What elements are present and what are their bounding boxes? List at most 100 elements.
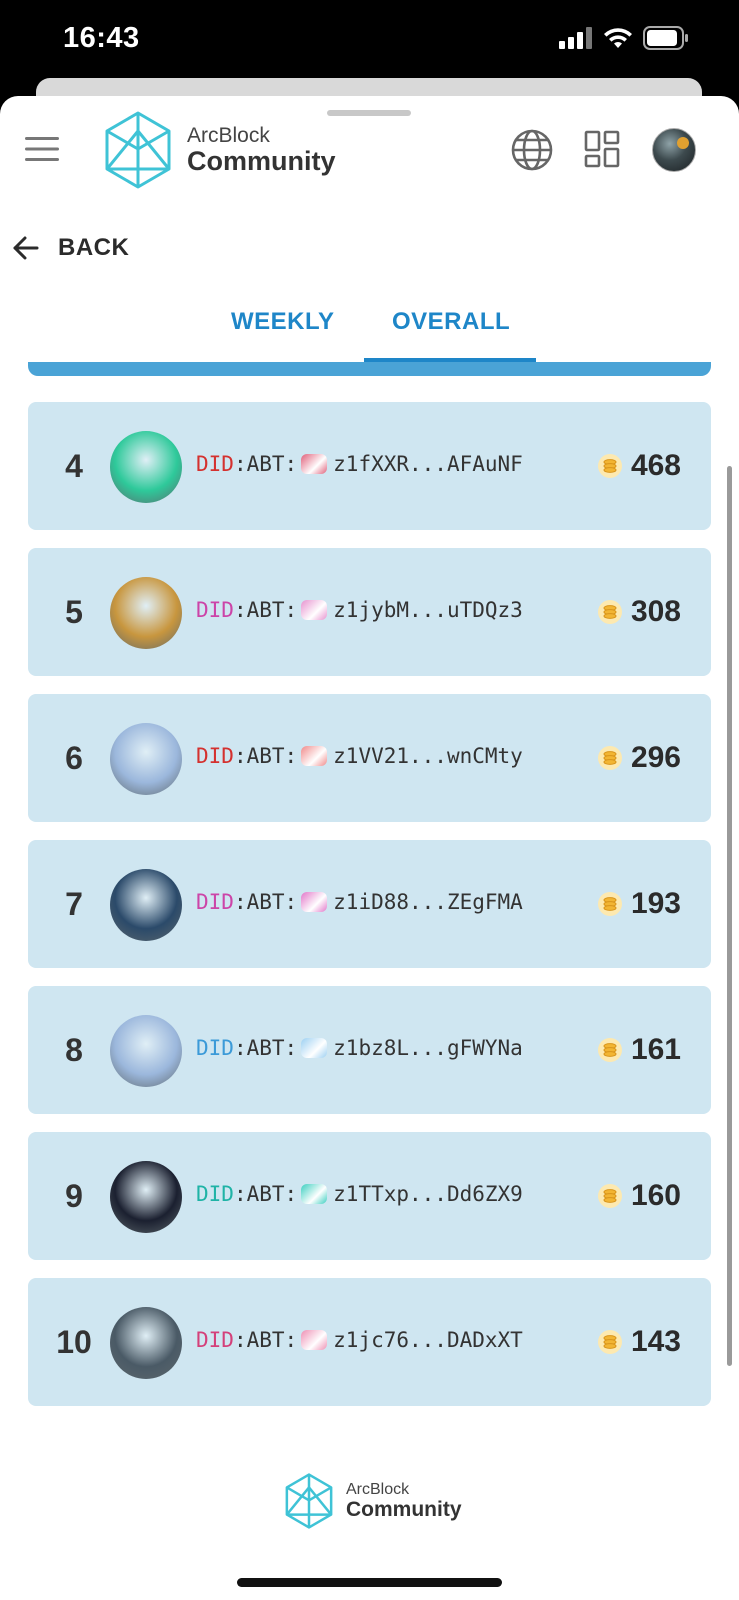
status-time: 16:43 — [63, 22, 140, 54]
did-avatar-icon — [301, 746, 328, 766]
score-value: 468 — [630, 449, 681, 482]
menu-icon[interactable] — [25, 136, 59, 162]
did-address[interactable]: DID:ABT: z1TTxp...Dd6ZX9 — [196, 1182, 523, 1206]
member-avatar[interactable] — [110, 1015, 182, 1087]
did-address[interactable]: DID:ABT: z1fXXR...AFAuNF — [196, 452, 523, 476]
tab-weekly[interactable]: WEEKLY — [231, 308, 334, 336]
leaderboard-row[interactable]: 6 DID:ABT: z1VV21...wnCMty 296 — [28, 694, 711, 822]
brand-name-top: ArcBlock — [187, 123, 270, 147]
member-avatar[interactable] — [110, 869, 182, 941]
score: 308 — [597, 548, 681, 676]
member-avatar[interactable] — [110, 723, 182, 795]
leaderboard-row[interactable]: 9 DID:ABT: z1TTxp...Dd6ZX9 160 — [28, 1132, 711, 1260]
score-value: 308 — [630, 595, 681, 628]
did-address[interactable]: DID:ABT: z1jc76...DADxXT — [196, 1328, 523, 1352]
score: 160 — [597, 1132, 681, 1260]
did-avatar-icon — [301, 892, 328, 912]
home-indicator[interactable] — [237, 1578, 502, 1587]
rank-number: 6 — [65, 740, 83, 776]
did-avatar-icon — [301, 1330, 328, 1350]
coin-icon — [597, 1184, 622, 1208]
globe-icon[interactable] — [510, 128, 554, 172]
did-short: z1TTxp...Dd6ZX9 — [333, 1182, 523, 1206]
coin-icon — [597, 746, 622, 770]
did-avatar-icon — [301, 600, 328, 620]
did-separator: :ABT: — [233, 452, 298, 476]
footer-brand-bottom: Community — [346, 1498, 462, 1522]
did-prefix: DID — [196, 1328, 234, 1352]
did-prefix: DID — [196, 452, 234, 476]
did-short: z1VV21...wnCMty — [333, 744, 523, 768]
battery-icon — [643, 26, 688, 50]
did-avatar-icon — [301, 1038, 328, 1058]
arrow-left-icon — [13, 236, 39, 260]
member-avatar[interactable] — [110, 577, 182, 649]
rank-number: 8 — [65, 1032, 83, 1068]
did-avatar-icon — [301, 454, 328, 474]
score-value: 161 — [630, 1033, 681, 1066]
rank-number: 9 — [65, 1178, 83, 1214]
status-icons — [559, 26, 689, 50]
did-short: z1jybM...uTDQz3 — [333, 598, 523, 622]
coin-icon — [597, 454, 622, 478]
coin-icon — [597, 1038, 622, 1062]
did-prefix: DID — [196, 1036, 234, 1060]
did-address[interactable]: DID:ABT: z1jybM...uTDQz3 — [196, 598, 523, 622]
cellular-signal-icon — [559, 27, 592, 49]
score-value: 296 — [630, 741, 681, 774]
score: 193 — [597, 840, 681, 968]
brand-logo[interactable]: ArcBlock Community — [103, 110, 336, 190]
score-value: 143 — [630, 1325, 681, 1358]
tab-overall[interactable]: OVERALL — [392, 308, 510, 336]
did-separator: :ABT: — [233, 1328, 298, 1352]
did-short: z1jc76...DADxXT — [333, 1328, 523, 1352]
apps-grid-icon[interactable] — [584, 130, 620, 168]
did-prefix: DID — [196, 1182, 234, 1206]
did-separator: :ABT: — [233, 890, 298, 914]
rank-number: 10 — [56, 1324, 92, 1360]
scrollbar[interactable] — [727, 466, 732, 1366]
score-value: 160 — [630, 1179, 681, 1212]
did-separator: :ABT: — [233, 598, 298, 622]
member-avatar[interactable] — [110, 1161, 182, 1233]
score: 468 — [597, 402, 681, 530]
did-prefix: DID — [196, 744, 234, 768]
coin-icon — [597, 600, 622, 624]
did-short: z1iD88...ZEgFMA — [333, 890, 523, 914]
score: 161 — [597, 986, 681, 1114]
did-address[interactable]: DID:ABT: z1bz8L...gFWYNa — [196, 1036, 523, 1060]
member-avatar[interactable] — [110, 1307, 182, 1379]
leaderboard-row[interactable]: 4 DID:ABT: z1fXXR...AFAuNF 468 — [28, 402, 711, 530]
arcblock-logo-icon — [285, 1473, 333, 1529]
coin-icon — [597, 892, 622, 916]
did-address[interactable]: DID:ABT: z1iD88...ZEgFMA — [196, 890, 523, 914]
leaderboard-row[interactable]: 8 DID:ABT: z1bz8L...gFWYNa 161 — [28, 986, 711, 1114]
back-button[interactable]: BACK — [12, 234, 129, 262]
did-separator: :ABT: — [233, 1182, 298, 1206]
modal-sheet: ArcBlock Community BACK WEEKLY OVERALL 4… — [0, 96, 739, 1600]
rank-number: 7 — [65, 886, 83, 922]
back-label: BACK — [58, 234, 130, 261]
list-header-strip — [28, 362, 711, 376]
leaderboard-list: 4 DID:ABT: z1fXXR...AFAuNF 468 5 DID:ABT:… — [28, 402, 711, 1424]
coin-icon — [597, 1330, 622, 1354]
arcblock-logo-icon — [105, 111, 171, 189]
wifi-icon — [604, 28, 632, 48]
leaderboard-row[interactable]: 10 DID:ABT: z1jc76...DADxXT 143 — [28, 1278, 711, 1406]
member-avatar[interactable] — [110, 431, 182, 503]
status-bar: 16:43 — [0, 0, 739, 80]
leaderboard-row[interactable]: 7 DID:ABT: z1iD88...ZEgFMA 193 — [28, 840, 711, 968]
user-avatar[interactable] — [652, 128, 696, 172]
footer-brand-logo[interactable]: ArcBlock Community — [284, 1472, 462, 1530]
did-separator: :ABT: — [233, 744, 298, 768]
did-short: z1fXXR...AFAuNF — [333, 452, 523, 476]
did-prefix: DID — [196, 598, 234, 622]
did-prefix: DID — [196, 890, 234, 914]
leaderboard-row[interactable]: 5 DID:ABT: z1jybM...uTDQz3 308 — [28, 548, 711, 676]
score-value: 193 — [630, 887, 681, 920]
rank-number: 4 — [65, 448, 83, 484]
rank-number: 5 — [65, 594, 83, 630]
did-address[interactable]: DID:ABT: z1VV21...wnCMty — [196, 744, 523, 768]
did-short: z1bz8L...gFWYNa — [333, 1036, 523, 1060]
score: 143 — [597, 1278, 681, 1406]
